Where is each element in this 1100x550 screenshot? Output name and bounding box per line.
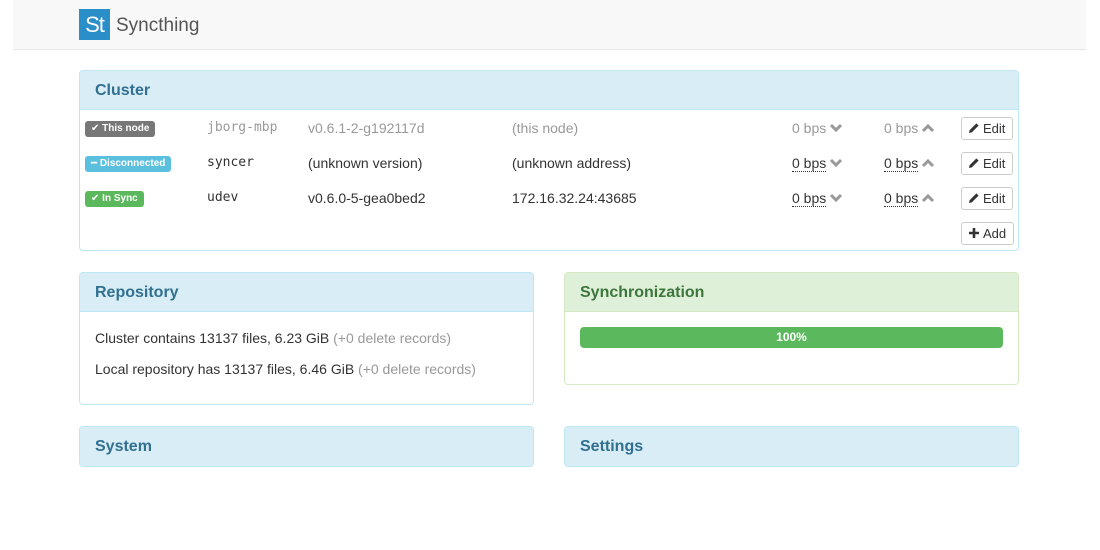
edit-node-button[interactable]: Edit [961,117,1014,140]
edit-button-label: Edit [983,191,1006,206]
node-version: (unknown version) [308,155,423,171]
status-badge: ✔ This node [85,121,156,137]
status-badge-label: Disconnected [99,158,166,169]
local-summary: Local repository has 13137 files, 6.46 G… [95,361,476,377]
node-address: (unknown address) [512,155,632,171]
rate-out: 0 bps [884,190,935,207]
add-node-button[interactable]: Add [961,222,1015,245]
rate-out: 0 bps [884,120,935,136]
status-badge: ✔ In Sync [85,191,144,207]
cluster-summary: Cluster contains 13137 files, 6.23 GiB (… [95,330,451,346]
check-icon: ✔ [91,193,100,204]
sync-progress: 100% [580,327,1003,348]
pencil-icon [968,122,980,134]
add-button-label: Add [983,226,1007,241]
node-name: jborg-mbp [207,120,278,135]
cluster-panel: Cluster ✔ This node jborg-mbp v0.6.1-2-g… [79,70,1019,251]
status-badge-label: In Sync [102,193,138,204]
rate-out-value: 0 bps [884,155,919,172]
local-summary-text: Local repository has 13137 files, 6.46 G… [95,361,355,377]
settings-panel-title[interactable]: Settings [565,427,1018,466]
synchronization-panel: Synchronization 100% [564,272,1019,385]
rate-in: 0 bps [792,190,843,207]
pencil-icon [968,192,980,204]
node-address: 172.16.32.24:43685 [512,190,637,206]
check-icon: ✔ [91,123,100,134]
edit-node-button[interactable]: Edit [961,187,1014,210]
chevron-down-icon [829,156,843,170]
node-name: udev [207,190,239,205]
cluster-panel-title: Cluster [80,71,1018,110]
rate-out-value: 0 bps [884,190,919,207]
node-row-syncer: ━ Disconnected syncer (unknown version) … [80,146,1018,181]
chevron-up-icon [921,121,935,135]
system-panel[interactable]: System [79,426,534,467]
edit-button-label: Edit [983,156,1006,171]
rate-in-value: 0 bps [792,190,827,207]
navbar: St Syncthing [13,0,1086,50]
pencil-icon [968,157,980,169]
settings-panel[interactable]: Settings [564,426,1019,467]
node-address: (this node) [512,120,579,136]
rate-in: 0 bps [792,155,843,172]
edit-node-button[interactable]: Edit [961,152,1014,175]
rate-in-value: 0 bps [792,120,827,136]
local-delete-records: (+0 delete records) [358,361,476,377]
status-badge-label: This node [102,123,150,134]
repository-panel-title: Repository [80,273,533,312]
chevron-down-icon [829,191,843,205]
node-version: v0.6.0-5-gea0bed2 [308,190,426,206]
node-row-udev: ✔ In Sync udev v0.6.0-5-gea0bed2 172.16.… [80,181,1018,216]
chevron-down-icon [829,121,843,135]
brand-name[interactable]: Syncthing [116,15,199,37]
rate-out: 0 bps [884,155,935,172]
synchronization-panel-title: Synchronization [565,273,1018,312]
sync-progress-bar: 100% [580,327,1003,348]
edit-button-label: Edit [983,121,1006,136]
node-name: syncer [207,155,254,170]
syncthing-logo[interactable]: St [79,9,110,40]
system-panel-title[interactable]: System [80,427,533,466]
plus-icon [968,227,980,239]
minus-icon: ━ [91,158,98,169]
repository-panel: Repository Cluster contains 13137 files,… [79,272,534,405]
node-row-jborg-mbp: ✔ This node jborg-mbp v0.6.1-2-g192117d … [80,111,1018,146]
status-badge: ━ Disconnected [85,156,172,172]
rate-in-value: 0 bps [792,155,827,172]
chevron-up-icon [921,191,935,205]
chevron-up-icon [921,156,935,170]
node-version: v0.6.1-2-g192117d [308,120,425,136]
rate-out-value: 0 bps [884,120,919,136]
cluster-delete-records: (+0 delete records) [333,330,452,346]
rate-in: 0 bps [792,120,843,136]
cluster-summary-text: Cluster contains 13137 files, 6.23 GiB [95,330,330,346]
